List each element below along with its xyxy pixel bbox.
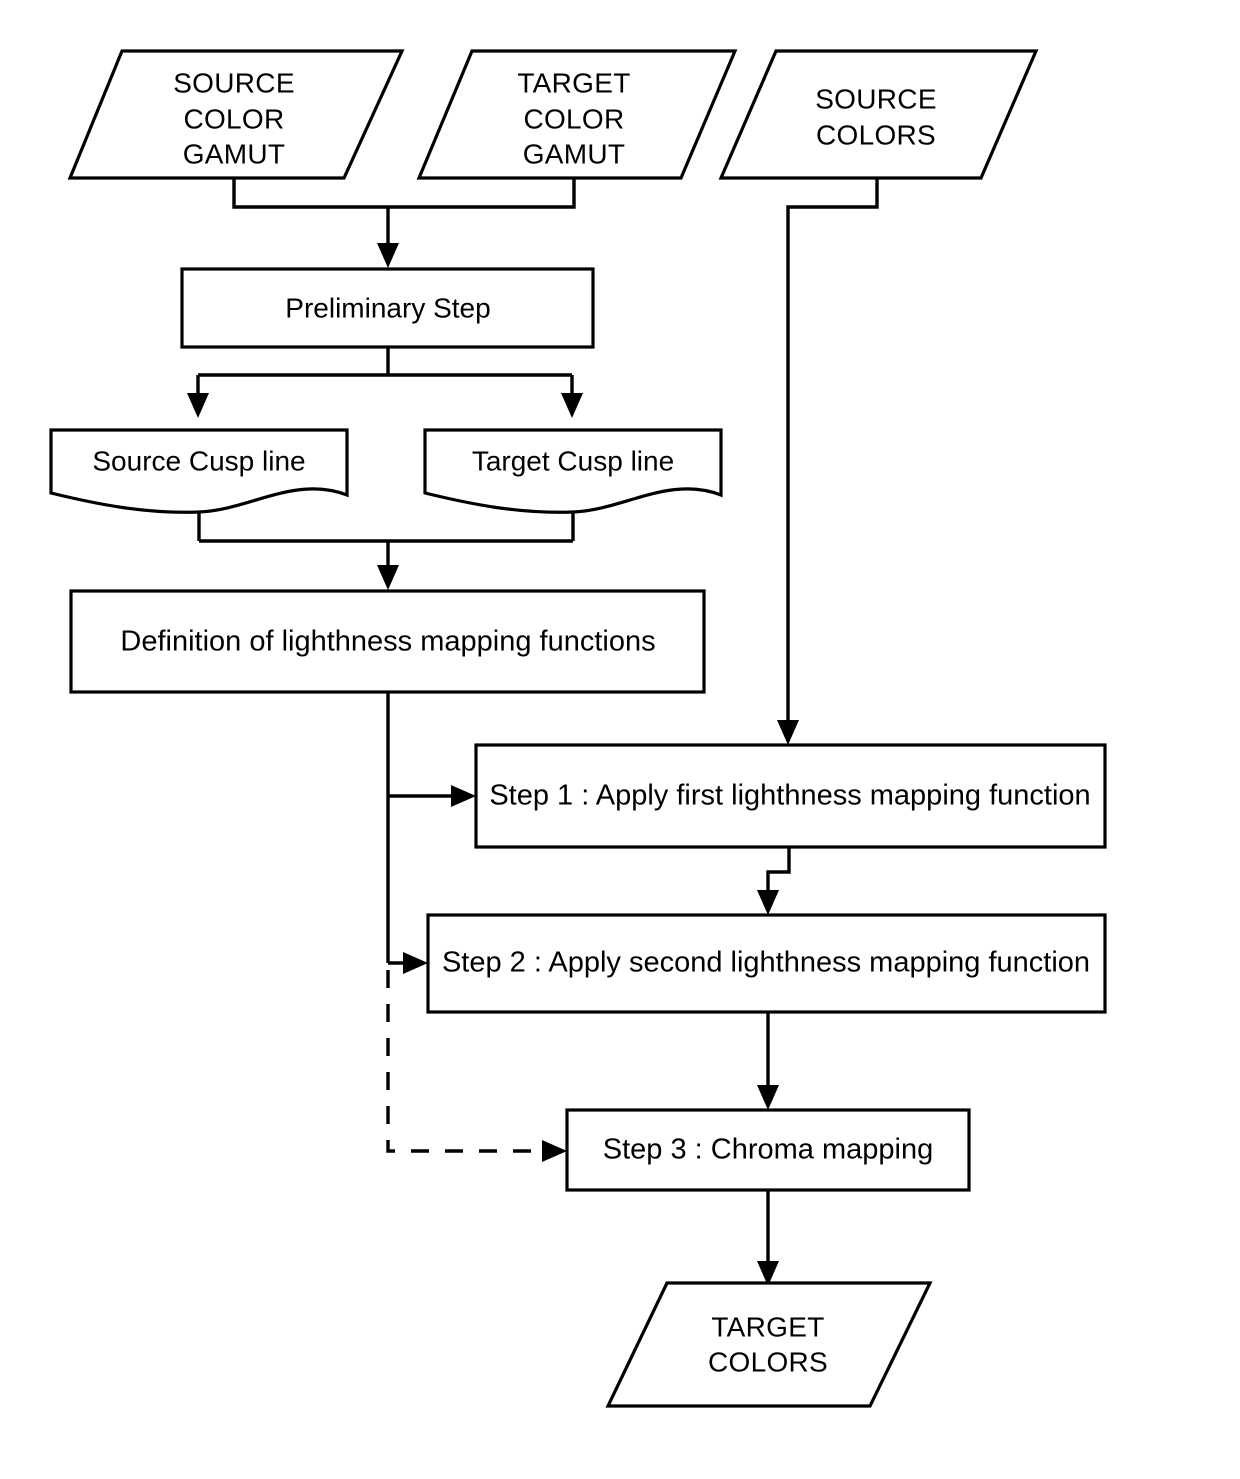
node-source-color-gamut: SOURCE COLOR GAMUT: [67, 49, 405, 180]
node-target-color-gamut: TARGET COLOR GAMUT: [416, 49, 738, 180]
step2-label: Step 2 : Apply second lighthness mapping…: [442, 947, 1090, 979]
target-color-gamut-line3: GAMUT: [523, 138, 626, 169]
arrowhead-step2-top: [757, 890, 779, 915]
node-definition-lightness: Definition of lighthness mapping functio…: [69, 589, 706, 694]
source-cusp-line-label: Source Cusp line: [92, 445, 305, 476]
edge-step3-to-target-colors: [757, 1190, 779, 1286]
arrowhead-definition: [377, 565, 399, 590]
edge-preliminary-to-cusps: [187, 347, 583, 418]
node-target-cusp-line: Target Cusp line: [423, 428, 723, 514]
arrowhead-target-cusp: [561, 393, 583, 418]
node-preliminary-step: Preliminary Step: [180, 267, 595, 349]
arrowhead-source-cusp: [187, 393, 209, 418]
edge-step2-to-step3: [757, 1012, 779, 1110]
arrowhead-step3-top: [757, 1085, 779, 1110]
arrowhead-step1-left: [451, 785, 476, 807]
target-cusp-line-label: Target Cusp line: [472, 445, 674, 476]
preliminary-step-label: Preliminary Step: [285, 292, 490, 323]
node-step3: Step 3 : Chroma mapping: [565, 1108, 971, 1192]
arrowhead-step1-top: [777, 720, 799, 745]
target-color-gamut-line1: TARGET: [517, 67, 630, 98]
edge-gamuts-to-preliminary: [232, 178, 576, 268]
step3-label: Step 3 : Chroma mapping: [603, 1134, 933, 1166]
node-step1: Step 1 : Apply first lighthness mapping …: [474, 743, 1107, 849]
node-source-colors: SOURCE COLORS: [718, 49, 1039, 180]
node-step2: Step 2 : Apply second lighthness mapping…: [426, 913, 1107, 1014]
target-colors-line1: TARGET: [711, 1311, 824, 1342]
source-color-gamut-line1: SOURCE: [173, 67, 295, 98]
definition-lightness-label: Definition of lighthness mapping functio…: [120, 626, 655, 658]
flowchart-svg: SOURCE COLOR GAMUT TARGET COLOR GAMUT SO…: [49, 49, 1107, 1408]
edge-step1-to-step2: [757, 847, 791, 915]
edge-source-colors-to-step1: [777, 178, 879, 745]
arrowhead-preliminary: [377, 243, 399, 268]
target-color-gamut-line2: COLOR: [523, 103, 624, 134]
arrowhead-step2-left: [403, 952, 428, 974]
source-color-gamut-line2: COLOR: [183, 103, 284, 134]
source-colors-line2: COLORS: [816, 119, 936, 150]
step1-label: Step 1 : Apply first lighthness mapping …: [489, 780, 1090, 812]
target-colors-shape: [605, 1281, 933, 1408]
target-colors-line2: COLORS: [708, 1346, 828, 1377]
source-colors-line1: SOURCE: [815, 83, 937, 114]
arrowhead-step3-left: [542, 1140, 567, 1162]
source-colors-shape: [718, 49, 1039, 180]
edge-cusps-to-definition: [197, 511, 575, 590]
node-target-colors: TARGET COLORS: [605, 1281, 933, 1408]
source-color-gamut-line3: GAMUT: [183, 138, 286, 169]
flowchart-canvas: SOURCE COLOR GAMUT TARGET COLOR GAMUT SO…: [0, 0, 1240, 1479]
node-source-cusp-line: Source Cusp line: [49, 428, 349, 514]
